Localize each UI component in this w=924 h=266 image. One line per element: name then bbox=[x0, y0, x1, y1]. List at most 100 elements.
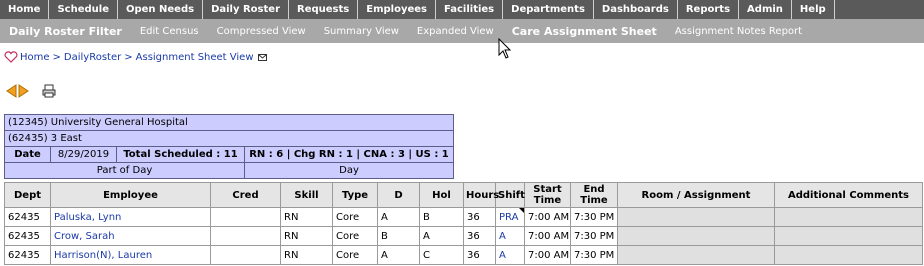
top-nav-home[interactable]: Home bbox=[0, 0, 50, 19]
cell-employee-link[interactable]: Paluska, Lynn bbox=[50, 207, 211, 227]
sub-nav-edit-census[interactable]: Edit Census bbox=[131, 26, 208, 37]
cell-cred bbox=[210, 245, 281, 265]
table-header-row: Dept Employee Cred Skill Type D Hol Hour… bbox=[4, 182, 923, 208]
col-skill: Skill bbox=[280, 182, 333, 208]
cell-d: A bbox=[377, 245, 420, 265]
envelope-icon[interactable] bbox=[257, 53, 267, 61]
top-nav-admin[interactable]: Admin bbox=[739, 0, 792, 19]
mouse-cursor-icon bbox=[498, 38, 512, 59]
col-d: D bbox=[377, 182, 420, 208]
cell-employee-link[interactable]: Harrison(N), Lauren bbox=[50, 245, 211, 265]
cell-end-time: 7:30 PM bbox=[570, 207, 618, 227]
cell-shift-link[interactable]: A bbox=[495, 245, 525, 265]
cell-type: Core bbox=[332, 226, 378, 246]
cell-type: Core bbox=[332, 207, 378, 227]
sub-nav-assignment-notes-report[interactable]: Assignment Notes Report bbox=[666, 26, 811, 37]
top-nav-employees[interactable]: Employees bbox=[358, 0, 436, 19]
arrow-right-icon[interactable] bbox=[18, 84, 29, 98]
total-scheduled: Total Scheduled : 11 bbox=[116, 146, 245, 163]
heart-icon[interactable] bbox=[4, 51, 18, 63]
col-cred: Cred bbox=[210, 182, 281, 208]
sub-nav: Daily Roster Filter Edit Census Compress… bbox=[0, 19, 924, 43]
skill-counts: RN : 6 | Chg RN : 1 | CNA : 3 | US : 1 bbox=[244, 146, 454, 163]
top-nav: Home Schedule Open Needs Daily Roster Re… bbox=[0, 0, 924, 19]
breadcrumb-separator: > bbox=[52, 51, 61, 63]
breadcrumb: Home > DailyRoster > Assignment Sheet Vi… bbox=[4, 50, 267, 64]
cell-hours: 36 bbox=[463, 245, 496, 265]
top-nav-dashboards[interactable]: Dashboards bbox=[594, 0, 678, 19]
cell-additional-comments[interactable] bbox=[774, 226, 923, 246]
table-row: 62435 Harrison(N), Lauren RN Core A C 36… bbox=[4, 245, 923, 265]
cell-type: Core bbox=[332, 245, 378, 265]
cell-skill: RN bbox=[280, 226, 333, 246]
col-hours: Hours bbox=[463, 182, 499, 208]
col-room-assignment: Room / Assignment bbox=[617, 182, 775, 208]
top-nav-reports[interactable]: Reports bbox=[678, 0, 740, 19]
cell-hol: B bbox=[419, 207, 464, 227]
cell-room-assignment[interactable] bbox=[617, 226, 775, 246]
note-corner-marker bbox=[519, 208, 524, 213]
table-row: 62435 Paluska, Lynn RN Core A B 36 PRA 7… bbox=[4, 207, 923, 227]
cell-room-assignment[interactable] bbox=[617, 245, 775, 265]
cell-end-time: 7:30 PM bbox=[570, 226, 618, 246]
cell-start-time: 7:00 AM bbox=[524, 245, 571, 265]
col-shift: Shift bbox=[495, 182, 525, 208]
top-nav-help[interactable]: Help bbox=[792, 0, 835, 19]
cell-dept: 62435 bbox=[4, 245, 51, 265]
breadcrumb-separator: > bbox=[124, 51, 133, 63]
col-start-time: Start Time bbox=[524, 182, 571, 208]
sub-nav-compressed-view[interactable]: Compressed View bbox=[208, 26, 315, 37]
top-nav-departments[interactable]: Departments bbox=[503, 0, 594, 19]
cell-hol: A bbox=[419, 226, 464, 246]
part-of-day-value: Day bbox=[244, 162, 454, 179]
roster-header-table: (12345) University General Hospital (624… bbox=[4, 114, 454, 179]
cell-skill: RN bbox=[280, 207, 333, 227]
date-label: Date bbox=[4, 146, 51, 163]
breadcrumb-assignment-sheet-view[interactable]: Assignment Sheet View bbox=[136, 52, 254, 63]
col-employee: Employee bbox=[50, 182, 211, 208]
sub-nav-care-assignment-sheet[interactable]: Care Assignment Sheet bbox=[503, 25, 666, 38]
cell-additional-comments[interactable] bbox=[774, 245, 923, 265]
cell-shift-link[interactable]: A bbox=[495, 226, 525, 246]
cell-employee-link[interactable]: Crow, Sarah bbox=[50, 226, 211, 246]
col-type: Type bbox=[332, 182, 378, 208]
print-icon[interactable] bbox=[42, 84, 56, 98]
col-additional-comments: Additional Comments bbox=[774, 182, 923, 208]
col-dept: Dept bbox=[4, 182, 51, 208]
unit-name: (62435) 3 East bbox=[4, 130, 454, 147]
assignment-table: Dept Employee Cred Skill Type D Hol Hour… bbox=[4, 182, 923, 265]
arrow-left-icon[interactable] bbox=[6, 84, 17, 98]
nav-toolbar bbox=[6, 84, 56, 98]
top-nav-open-needs[interactable]: Open Needs bbox=[118, 0, 204, 19]
breadcrumb-daily-roster[interactable]: DailyRoster bbox=[64, 52, 121, 63]
sub-nav-title: Daily Roster Filter bbox=[9, 24, 122, 38]
cell-d: B bbox=[377, 226, 420, 246]
cell-start-time: 7:00 AM bbox=[524, 226, 571, 246]
sub-nav-expanded-view[interactable]: Expanded View bbox=[408, 26, 503, 37]
cell-end-time: 7:30 PM bbox=[570, 245, 618, 265]
top-nav-facilities[interactable]: Facilities bbox=[436, 0, 504, 19]
hospital-name: (12345) University General Hospital bbox=[4, 114, 454, 131]
top-nav-daily-roster[interactable]: Daily Roster bbox=[203, 0, 289, 19]
sub-nav-summary-view[interactable]: Summary View bbox=[315, 26, 408, 37]
cell-skill: RN bbox=[280, 245, 333, 265]
cell-dept: 62435 bbox=[4, 226, 51, 246]
table-row: 62435 Crow, Sarah RN Core B A 36 A 7:00 … bbox=[4, 226, 923, 246]
col-end-time: End Time bbox=[570, 182, 618, 208]
date-value: 8/29/2019 bbox=[50, 146, 117, 163]
top-nav-schedule[interactable]: Schedule bbox=[49, 0, 118, 19]
breadcrumb-home[interactable]: Home bbox=[20, 52, 50, 63]
col-hol: Hol bbox=[419, 182, 464, 208]
cell-hours: 36 bbox=[463, 226, 496, 246]
shift-code: PRA bbox=[499, 211, 519, 223]
cell-cred bbox=[210, 207, 281, 227]
cell-dept: 62435 bbox=[4, 207, 51, 227]
cell-d: A bbox=[377, 207, 420, 227]
top-nav-requests[interactable]: Requests bbox=[289, 0, 359, 19]
cell-shift-link[interactable]: PRA bbox=[495, 207, 525, 227]
cell-additional-comments[interactable] bbox=[774, 207, 923, 227]
cell-start-time: 7:00 AM bbox=[524, 207, 571, 227]
cell-cred bbox=[210, 226, 281, 246]
part-of-day-label: Part of Day bbox=[4, 162, 245, 179]
cell-room-assignment[interactable] bbox=[617, 207, 775, 227]
